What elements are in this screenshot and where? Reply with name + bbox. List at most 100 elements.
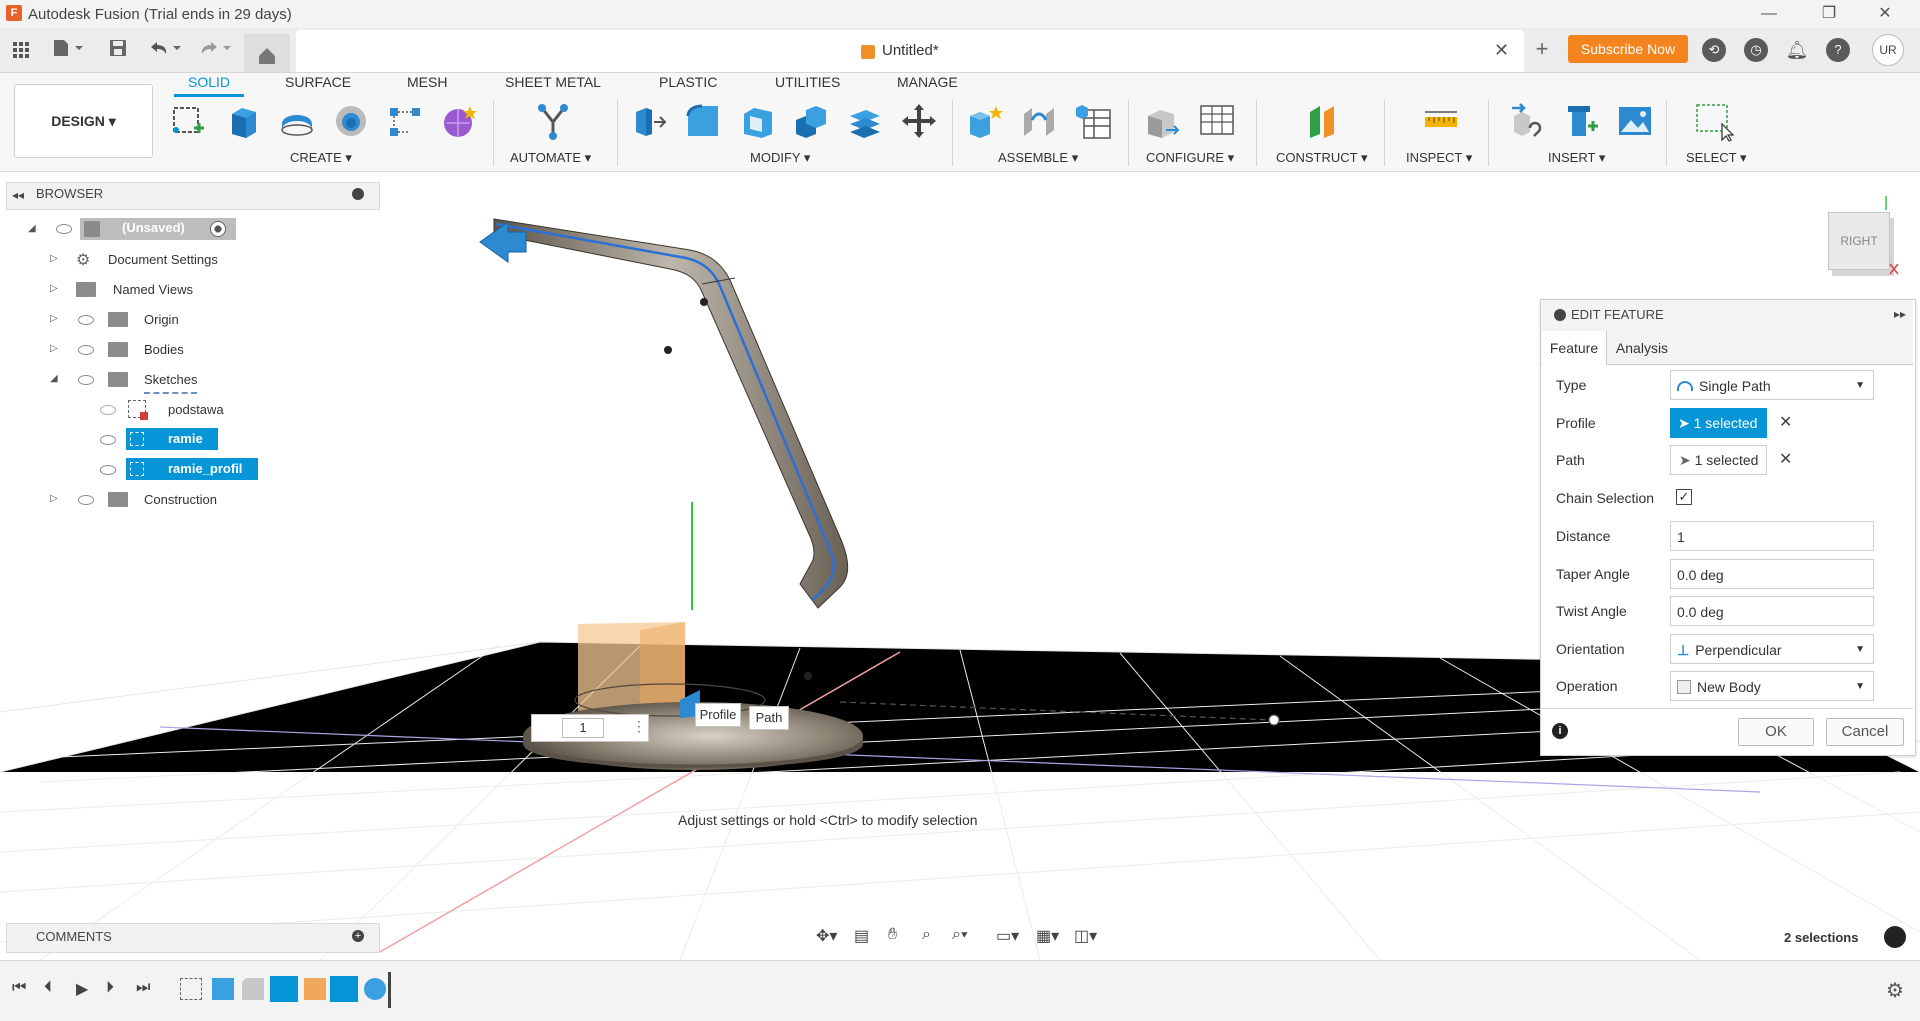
timeline-sketch-icon[interactable]	[180, 978, 202, 1000]
swept-arm-body[interactable]	[493, 218, 849, 609]
visibility-eye-icon[interactable]	[100, 435, 116, 445]
go-to-end-icon[interactable]: ⏭	[136, 979, 150, 997]
path-selection-button[interactable]: ➤ 1 selected	[1670, 445, 1767, 475]
bill-of-materials-icon[interactable]	[1074, 102, 1112, 140]
extensions-icon[interactable]: ⟲	[1702, 38, 1726, 62]
joint-icon[interactable]	[1020, 102, 1058, 140]
insert-mcmaster-icon[interactable]	[1562, 102, 1600, 140]
subscribe-now-button[interactable]: Subscribe Now	[1568, 35, 1688, 63]
minimize-button[interactable]: —	[1746, 2, 1792, 26]
timeline-settings-gear-icon[interactable]: ⚙	[1886, 978, 1904, 1003]
step-forward-icon[interactable]: ⏵	[106, 979, 114, 997]
tree-expand-arrow-icon[interactable]: ▷	[50, 493, 60, 504]
user-avatar[interactable]: UR	[1872, 34, 1904, 66]
fillet-icon[interactable]	[684, 102, 722, 140]
select-group-label[interactable]: SELECT ▾	[1686, 150, 1746, 166]
hidden-eye-icon[interactable]	[100, 405, 116, 415]
timeline-extrude-icon[interactable]	[212, 978, 234, 1000]
tree-expand-arrow-icon[interactable]: ▷	[50, 343, 60, 354]
tab-plastic[interactable]: PLASTIC	[659, 74, 717, 90]
configure-group-label[interactable]: CONFIGURE ▾	[1146, 150, 1234, 166]
path-point[interactable]	[804, 672, 812, 680]
insert-derive-icon[interactable]	[1508, 102, 1546, 140]
info-icon[interactable]: i	[1552, 723, 1568, 739]
file-menu-icon[interactable]	[48, 38, 88, 62]
hole-icon[interactable]	[332, 102, 370, 140]
home-tab[interactable]	[244, 34, 290, 72]
viewports-icon[interactable]: ◫▾	[1074, 926, 1097, 946]
insert-group-label[interactable]: INSERT ▾	[1548, 150, 1605, 166]
panel-minimize-icon[interactable]	[1554, 309, 1566, 321]
more-options-icon[interactable]: ⋮	[632, 718, 646, 735]
tree-expand-arrow-icon[interactable]: ▷	[50, 313, 60, 324]
tab-utilities[interactable]: UTILITIES	[775, 74, 840, 90]
select-icon[interactable]	[1694, 102, 1735, 142]
help-icon[interactable]: ?	[1826, 38, 1850, 62]
tab-sheet-metal[interactable]: SHEET METAL	[505, 74, 601, 90]
clear-profile-icon[interactable]: ✕	[1779, 412, 1792, 432]
look-at-icon[interactable]: ▤	[854, 926, 869, 946]
visibility-eye-icon[interactable]	[56, 224, 72, 234]
distance-manipulator-input[interactable]: 1	[562, 718, 604, 738]
display-settings-icon[interactable]: ▭▾	[996, 926, 1019, 946]
zoom-icon[interactable]: ⌕	[922, 926, 931, 944]
press-pull-icon[interactable]	[630, 102, 668, 140]
timeline-fillet-icon[interactable]	[242, 978, 264, 1000]
origin-label[interactable]: Origin	[144, 308, 179, 332]
sketches-label[interactable]: Sketches	[144, 368, 198, 394]
restore-button[interactable]: ❐	[1806, 2, 1852, 26]
pan-hand-icon[interactable]: ✋︎	[888, 926, 897, 944]
timeline-sweep-icon[interactable]	[364, 978, 386, 1000]
revolve-icon[interactable]	[278, 102, 316, 140]
save-icon[interactable]	[106, 38, 130, 62]
tree-collapse-arrow-icon[interactable]: ◢	[50, 373, 60, 384]
profile-tag[interactable]: Profile	[695, 703, 741, 727]
type-dropdown[interactable]: Single Path ▼	[1670, 370, 1874, 400]
apps-grid-icon[interactable]	[8, 38, 34, 62]
modify-group-label[interactable]: MODIFY ▾	[750, 150, 810, 166]
automate-group-label[interactable]: AUTOMATE ▾	[510, 150, 591, 166]
tab-feature[interactable]: Feature	[1542, 331, 1607, 365]
tab-solid[interactable]: SOLID	[188, 74, 230, 90]
construction-label[interactable]: Construction	[144, 488, 217, 512]
ok-button[interactable]: OK	[1738, 718, 1814, 746]
new-tab-button[interactable]: +	[1530, 38, 1554, 62]
play-icon[interactable]: ▶	[76, 979, 88, 999]
combine-icon[interactable]	[792, 102, 830, 140]
document-settings-label[interactable]: Document Settings	[108, 248, 218, 272]
close-window-button[interactable]: ✕	[1862, 2, 1908, 26]
expand-panel-icon[interactable]: ▸▸	[1894, 307, 1906, 321]
selection-filter-icon[interactable]	[1884, 926, 1906, 948]
visibility-eye-icon[interactable]	[100, 465, 116, 475]
shell-icon[interactable]	[738, 102, 776, 140]
tree-collapse-arrow-icon[interactable]: ◢	[28, 223, 38, 234]
tab-mesh[interactable]: MESH	[407, 74, 447, 90]
timeline-plane-icon[interactable]	[304, 978, 326, 1000]
offset-plane-icon[interactable]	[1304, 102, 1342, 140]
timeline-marker[interactable]	[388, 972, 391, 1008]
inspect-group-label[interactable]: INSPECT ▾	[1406, 150, 1472, 166]
create-form-icon[interactable]	[440, 102, 478, 140]
workspace-switcher-button[interactable]: DESIGN ▾	[14, 84, 153, 158]
path-point[interactable]	[700, 298, 708, 306]
orientation-dropdown[interactable]: ⊥ Perpendicular ▼	[1670, 634, 1874, 664]
construct-group-label[interactable]: CONSTRUCT ▾	[1276, 150, 1368, 166]
collapse-panel-icon[interactable]: ◂◂	[12, 188, 24, 202]
taper-angle-input[interactable]: 0.0 deg	[1670, 559, 1874, 589]
close-document-button[interactable]: ✕	[1494, 40, 1509, 61]
assemble-group-label[interactable]: ASSEMBLE ▾	[998, 150, 1078, 166]
bodies-label[interactable]: Bodies	[144, 338, 184, 362]
fit-zoom-icon[interactable]: ⌕▾	[952, 926, 968, 944]
tab-surface[interactable]: SURFACE	[285, 74, 351, 90]
named-views-label[interactable]: Named Views	[113, 278, 193, 302]
tab-analysis[interactable]: Analysis	[1608, 331, 1676, 365]
automate-icon[interactable]	[534, 102, 572, 140]
undo-icon[interactable]	[146, 38, 184, 62]
insert-canvas-icon[interactable]	[1616, 102, 1654, 140]
activate-component-icon[interactable]	[210, 221, 226, 237]
job-status-icon[interactable]: ◷	[1744, 38, 1768, 62]
sketch-podstawa-label[interactable]: podstawa	[168, 398, 224, 422]
visibility-eye-icon[interactable]	[78, 345, 94, 355]
clear-path-icon[interactable]: ✕	[1779, 449, 1792, 469]
distance-input[interactable]: 1	[1670, 521, 1874, 551]
